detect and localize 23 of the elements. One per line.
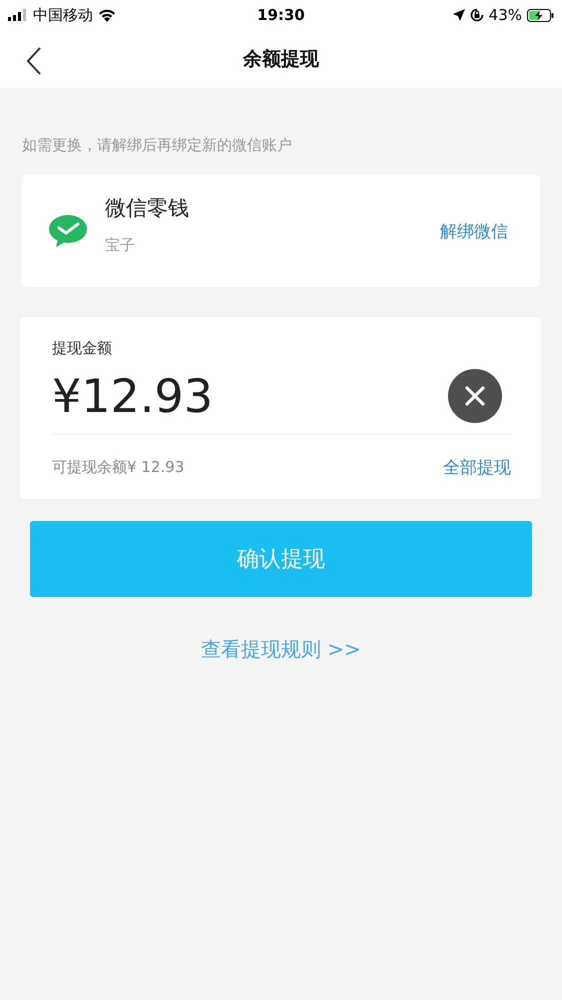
- unbind-link[interactable]: 解绑微信: [440, 220, 508, 242]
- page-title: 余额提现: [243, 47, 319, 72]
- battery-charging-icon: [527, 8, 554, 22]
- wechat-wallet-icon: [48, 214, 88, 248]
- account-name: 微信零钱: [105, 194, 190, 222]
- clear-button[interactable]: [448, 369, 502, 423]
- rules-link[interactable]: 查看提现规则 >>: [195, 635, 367, 664]
- amount-field[interactable]: ¥12.93: [52, 369, 448, 423]
- available-balance: 可提现余额¥ 12.93: [52, 458, 184, 476]
- hint-text: 如需更换，请解绑后再绑定新的微信账户: [22, 136, 293, 155]
- location-arrow-icon: [452, 9, 465, 21]
- withdraw-all-link[interactable]: 全部提现: [443, 456, 511, 478]
- battery-percent: 43%: [488, 6, 522, 24]
- rotation-lock-icon: [470, 8, 484, 22]
- confirm-button[interactable]: 确认提现: [30, 521, 532, 597]
- clock-time: 19:30: [257, 6, 305, 24]
- close-icon: [465, 386, 485, 406]
- back-chevron-icon: [26, 47, 42, 75]
- signal-icon: [8, 9, 28, 21]
- carrier-name: 中国移动: [33, 6, 93, 24]
- amount-label: 提现金额: [52, 339, 113, 358]
- account-nickname: 宝子: [105, 236, 136, 254]
- wifi-icon: [98, 8, 116, 22]
